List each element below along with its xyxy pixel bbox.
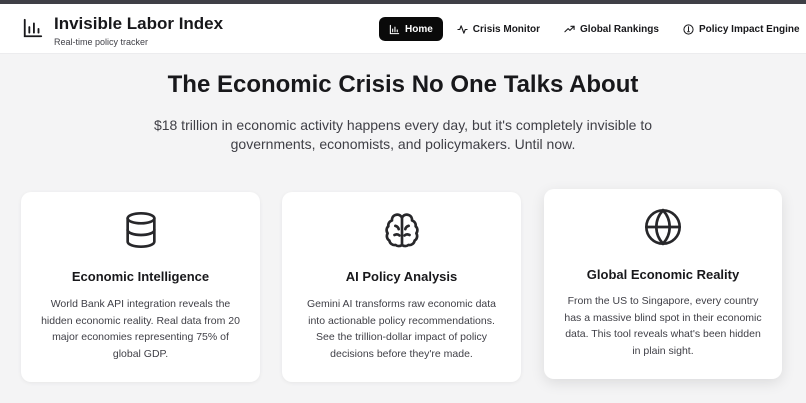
activity-icon [457, 24, 468, 34]
globe-icon [645, 208, 681, 246]
main-nav: Home Crisis Monitor Global Rankings Poli… [379, 17, 806, 41]
nav-item-policy-impact-engine[interactable]: Policy Impact Engine [673, 17, 806, 41]
card-title: AI Policy Analysis [345, 269, 458, 284]
lightbulb-icon [683, 23, 694, 35]
top-navigation-bar: Invisible Labor Index Real-time policy t… [0, 0, 806, 54]
card-title: Economic Intelligence [71, 269, 210, 284]
app-subtitle: Real-time policy tracker [54, 37, 149, 47]
feature-card-economic-intelligence: Economic Intelligence World Bank API int… [21, 192, 260, 382]
feature-card-global-economic-reality: Global Economic Reality From the US to S… [544, 189, 782, 379]
nav-item-label: Policy Impact Engine [698, 23, 800, 35]
hero-subtitle: $18 trillion in economic activity happen… [153, 117, 653, 152]
nav-item-label: Global Rankings [580, 23, 659, 35]
card-description: World Bank API integration reveals the h… [41, 298, 240, 360]
hero-title: The Economic Crisis No One Talks About [167, 71, 639, 98]
app-title: Invisible Labor Index [54, 14, 224, 33]
bar-chart-icon [23, 18, 43, 38]
nav-item-global-rankings[interactable]: Global Rankings [554, 17, 669, 41]
trending-up-icon [564, 25, 575, 32]
nav-item-crisis-monitor[interactable]: Crisis Monitor [447, 17, 550, 41]
brain-icon [384, 213, 419, 248]
brand[interactable]: Invisible Labor Index Real-time policy t… [22, 14, 223, 48]
card-title: Global Economic Reality [586, 267, 740, 282]
nav-item-label: Crisis Monitor [472, 23, 541, 35]
bar-chart-icon [389, 24, 400, 34]
nav-item-label: Home [405, 23, 433, 35]
database-icon [125, 212, 156, 249]
brand-text: Invisible Labor Index Real-time policy t… [54, 14, 223, 48]
card-description: From the US to Singapore, every country … [564, 295, 762, 357]
nav-item-home[interactable]: Home [379, 17, 443, 41]
card-description: Gemini AI transforms raw economic data i… [306, 298, 497, 360]
feature-card-ai-policy-analysis: AI Policy Analysis Gemini AI transforms … [282, 192, 521, 382]
